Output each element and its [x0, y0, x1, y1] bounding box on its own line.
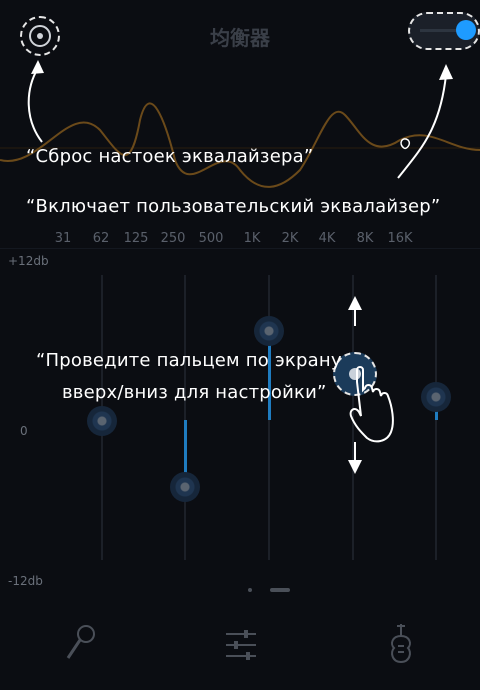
tip-enable: “Включает пользовательский эквалайзер” — [26, 196, 441, 217]
tip-swipe-line2: вверх/вниз для настройки” — [62, 382, 327, 403]
hand-icon — [349, 366, 394, 443]
band-label: 4K — [318, 231, 336, 246]
slider-knob[interactable] — [170, 472, 200, 502]
band-label: 31 — [54, 231, 72, 246]
page-indicator-active — [270, 588, 290, 592]
band-label: 250 — [160, 231, 186, 246]
slider-knob[interactable] — [87, 406, 117, 436]
microphone-icon[interactable] — [62, 624, 98, 664]
band-label: 2K — [281, 231, 299, 246]
guitar-icon[interactable] — [386, 622, 416, 664]
band-label: 500 — [198, 231, 224, 246]
scale-top: +12db — [8, 254, 49, 268]
toggle-knob — [456, 20, 476, 40]
band-label: 62 — [92, 231, 110, 246]
sliders-icon[interactable] — [222, 628, 260, 662]
slider-track[interactable] — [184, 275, 186, 560]
reset-icon — [29, 25, 51, 47]
scale-mid: 0 — [20, 424, 28, 438]
band-label: 1K — [243, 231, 261, 246]
band-label: 125 — [123, 231, 149, 246]
band-label: 16K — [387, 231, 413, 246]
toggle-track — [420, 29, 460, 32]
divider — [0, 248, 480, 249]
slider-knob[interactable] — [421, 382, 451, 412]
page-indicator-dot — [248, 588, 252, 592]
scale-bottom: -12db — [8, 574, 43, 588]
band-label: 8K — [356, 231, 374, 246]
swipe-gesture — [348, 296, 394, 474]
equalizer-toggle[interactable] — [408, 12, 480, 50]
tip-reset: “Сброс настоек эквалайзера” — [26, 146, 314, 167]
tip-swipe-line1: “Проведите пальцем по экрану — [36, 350, 342, 371]
slider-knob[interactable] — [254, 316, 284, 346]
